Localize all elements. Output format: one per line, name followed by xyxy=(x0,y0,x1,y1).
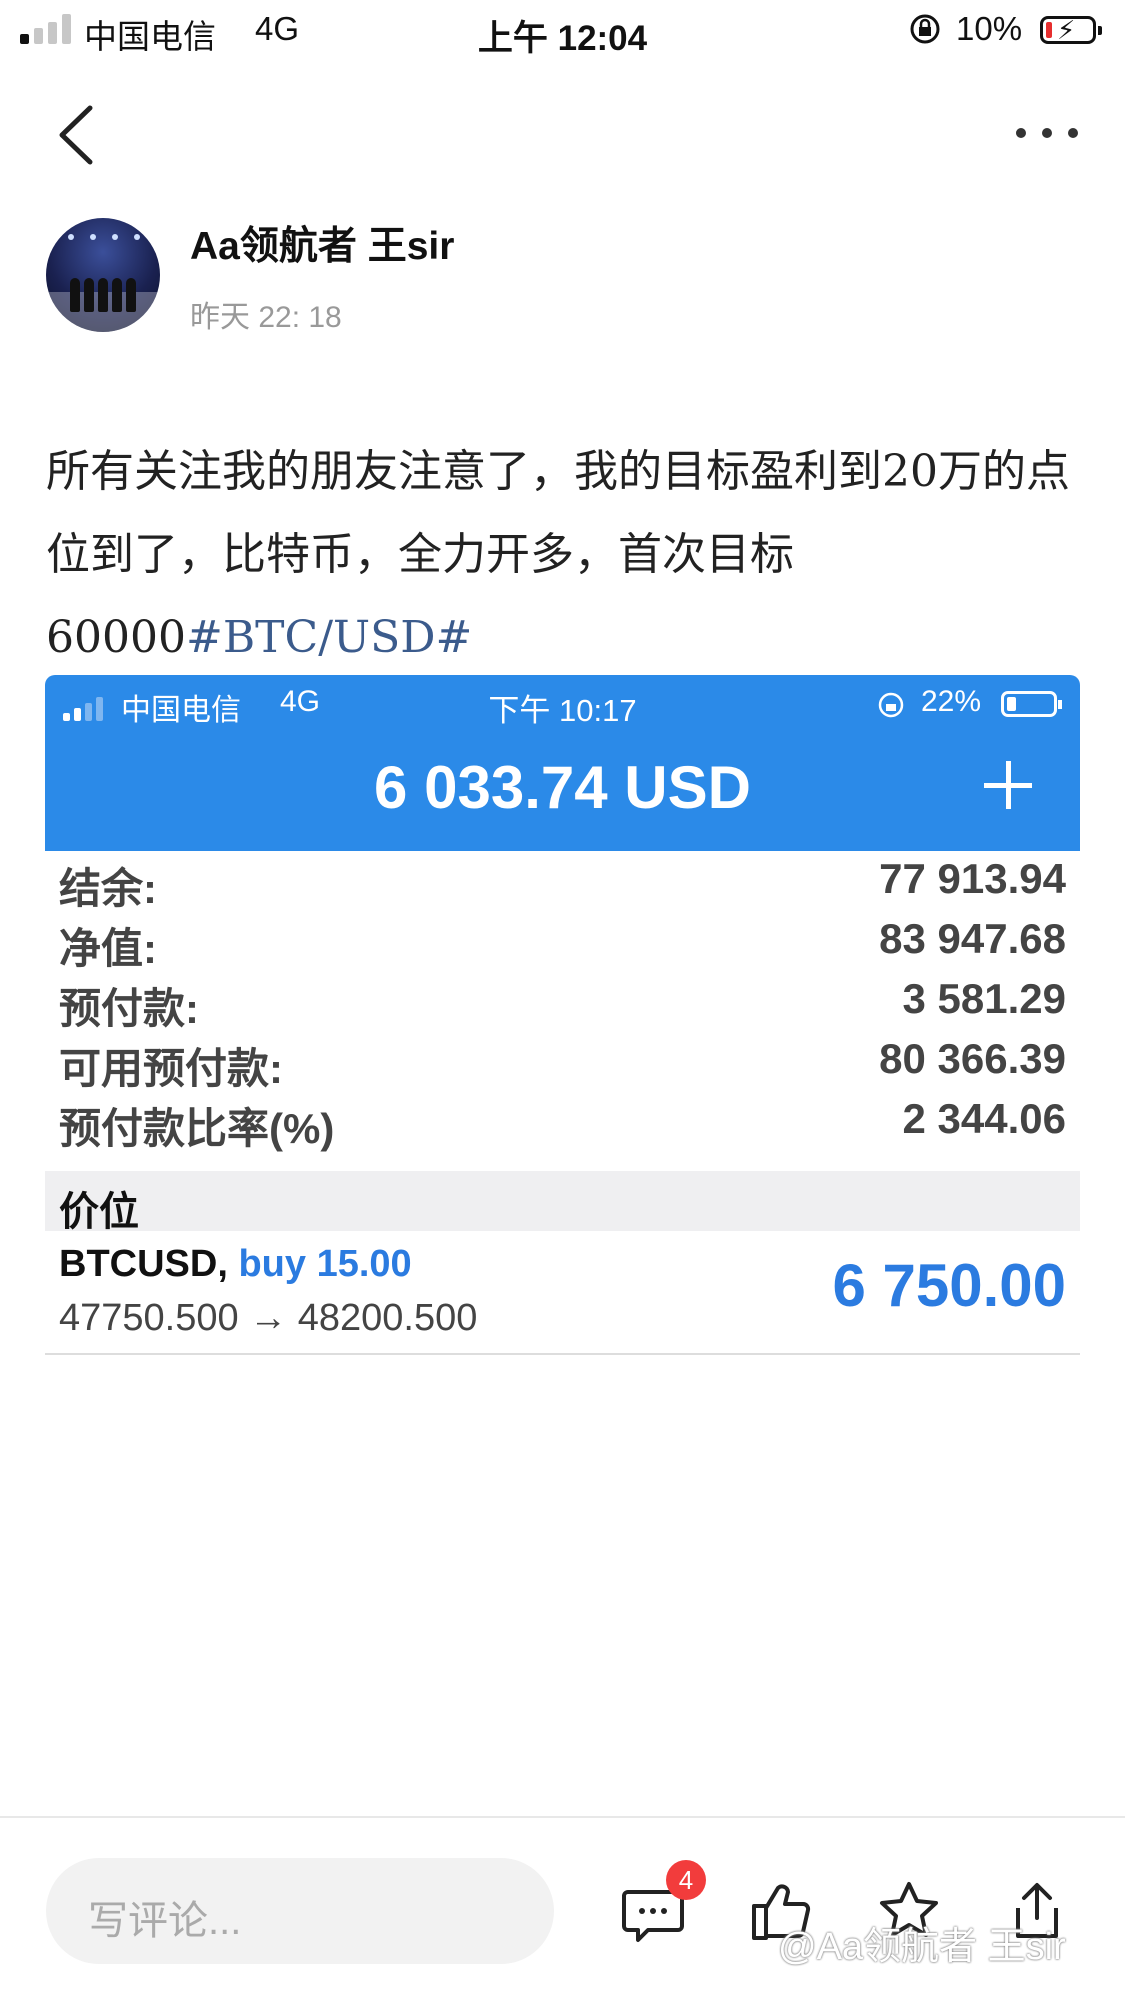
position-prices: 47750.500 → 48200.500 xyxy=(59,1297,478,1339)
bottom-divider xyxy=(0,1816,1125,1818)
plus-icon[interactable] xyxy=(980,757,1036,813)
position-row[interactable]: BTCUSD, buy 15.00 47750.500 → 48200.500 … xyxy=(45,1231,1080,1355)
summary-row-margin-level: 预付款比率(%) 2 344.06 xyxy=(45,1091,1080,1152)
battery-icon: ⚡ xyxy=(1040,15,1102,45)
summary-row-margin: 预付款: 3 581.29 xyxy=(45,971,1080,1032)
rotation-lock-icon xyxy=(878,692,904,718)
inner-battery-percent: 22% xyxy=(921,685,982,718)
position-symbol: BTCUSD, buy 15.00 xyxy=(59,1243,412,1286)
positions-section-header: 价位 xyxy=(45,1171,1080,1234)
author-name[interactable]: Aa领航者 王sir xyxy=(190,215,454,271)
row-label: 净值: xyxy=(59,925,157,972)
account-balance: 6 033.74 USD xyxy=(374,754,751,821)
rotation-lock-icon xyxy=(910,14,940,44)
row-label: 结余: xyxy=(59,865,157,912)
battery-percent: 10% xyxy=(956,10,1023,47)
row-value: 80 366.39 xyxy=(879,1035,1066,1082)
row-value: 77 913.94 xyxy=(879,855,1066,902)
summary-row-equity: 净值: 83 947.68 xyxy=(45,911,1080,972)
position-side: buy 15.00 xyxy=(238,1243,412,1285)
trading-screenshot[interactable]: 中国电信 4G 下午 10:17 22% 6 033.74 USD 结余: 77… xyxy=(45,675,1080,1360)
position-profit: 6 750.00 xyxy=(832,1252,1066,1319)
summary-row-balance: 结余: 77 913.94 xyxy=(45,851,1080,912)
more-dots-icon[interactable] xyxy=(1012,120,1082,150)
comment-input[interactable]: 写评论... xyxy=(46,1858,554,1964)
account-summary: 结余: 77 913.94 净值: 83 947.68 预付款: 3 581.2… xyxy=(45,851,1080,1152)
account-header: 中国电信 4G 下午 10:17 22% 6 033.74 USD xyxy=(45,675,1080,851)
comment-placeholder: 写评论... xyxy=(88,1899,242,1943)
section-title: 价位 xyxy=(59,1190,139,1234)
row-label: 预付款: xyxy=(59,985,199,1032)
row-value: 3 581.29 xyxy=(902,975,1067,1022)
battery-icon xyxy=(1001,691,1062,717)
comment-count-badge: 4 xyxy=(666,1860,706,1900)
symbol-name: BTCUSD, xyxy=(59,1243,228,1285)
chevron-left-icon[interactable] xyxy=(52,100,102,170)
summary-row-free-margin: 可用预付款: 80 366.39 xyxy=(45,1031,1080,1092)
avatar[interactable] xyxy=(46,218,160,332)
post-text: 所有关注我的朋友注意了，我的目标盈利到20万的点位到了，比特币，全力开多，首次目… xyxy=(46,430,1086,679)
row-label: 预付款比率(%) xyxy=(59,1105,335,1152)
row-value: 2 344.06 xyxy=(902,1095,1067,1142)
row-label: 可用预付款: xyxy=(59,1045,283,1092)
row-value: 83 947.68 xyxy=(879,915,1066,962)
watermark: @Aa领航者 王sir xyxy=(778,1926,1066,1968)
hashtag-link[interactable]: #BTC/USD# xyxy=(186,612,472,663)
post-time: 昨天 22: 18 xyxy=(190,301,342,334)
status-bar: 中国电信 4G 上午 12:04 10% ⚡ xyxy=(0,0,1125,64)
